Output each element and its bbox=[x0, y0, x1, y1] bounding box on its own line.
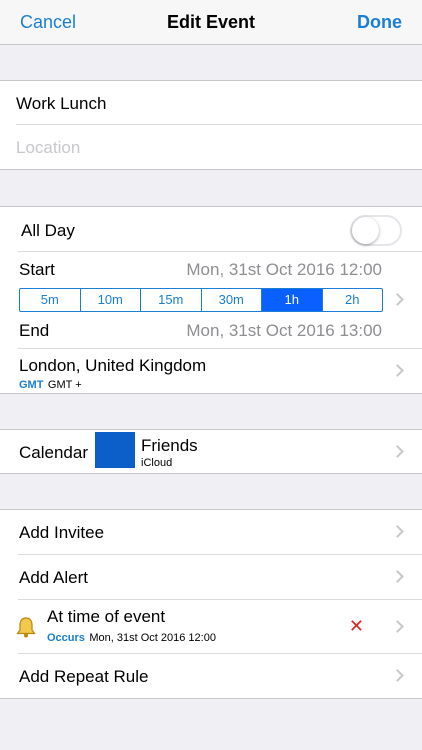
duration-option[interactable]: 2h bbox=[323, 289, 383, 311]
timezone-abbrev: GMT bbox=[19, 379, 44, 391]
duration-segmented-control: 5m 10m 15m 30m 1h 2h bbox=[19, 288, 383, 312]
alert-item-title: At time of event bbox=[47, 607, 166, 626]
delete-alert-icon[interactable]: ✕ bbox=[349, 616, 364, 637]
options-group: Add Invitee Add Alert At time of event O… bbox=[0, 509, 422, 699]
calendar-label: Calendar bbox=[19, 443, 88, 462]
navigation-bar: Cancel Edit Event Done bbox=[0, 0, 422, 45]
event-title-field[interactable]: Work Lunch bbox=[16, 94, 106, 114]
occurs-label: Occurs bbox=[47, 632, 85, 644]
calendar-chevron-icon bbox=[391, 445, 404, 458]
alert-item-chevron-icon bbox=[391, 620, 404, 633]
occurs-value: Mon, 31st Oct 2016 12:00 bbox=[89, 632, 216, 644]
toggle-knob bbox=[352, 217, 379, 244]
start-label: Start bbox=[19, 260, 55, 279]
add-alert-label: Add Alert bbox=[19, 568, 88, 587]
calendar-name: Friends bbox=[141, 436, 198, 455]
all-day-label: All Day bbox=[21, 221, 75, 240]
title-location-group: Work Lunch Location bbox=[0, 80, 422, 170]
invitee-chevron-icon bbox=[391, 525, 404, 538]
add-repeat-row[interactable]: Add Repeat Rule bbox=[0, 654, 422, 699]
done-button[interactable]: Done bbox=[357, 12, 402, 33]
timezone-detail: GMT GMT + bbox=[19, 375, 82, 393]
add-invitee-row[interactable]: Add Invitee bbox=[0, 510, 422, 555]
repeat-chevron-icon bbox=[391, 669, 404, 682]
timezone-name: London, United Kingdom bbox=[19, 356, 207, 375]
duration-option[interactable]: 30m bbox=[202, 289, 262, 311]
duration-option[interactable]: 1h bbox=[262, 289, 323, 311]
add-repeat-label: Add Repeat Rule bbox=[19, 667, 149, 686]
add-alert-row[interactable]: Add Alert bbox=[0, 555, 422, 600]
duration-option[interactable]: 10m bbox=[81, 289, 141, 311]
all-day-toggle[interactable] bbox=[350, 215, 402, 246]
add-invitee-label: Add Invitee bbox=[19, 523, 105, 542]
end-date-value[interactable]: Mon, 31st Oct 2016 13:00 bbox=[186, 321, 382, 341]
calendar-account: iCloud bbox=[141, 457, 173, 469]
title-row[interactable]: Work Lunch bbox=[0, 81, 422, 125]
timezone-offset: GMT + bbox=[47, 379, 82, 391]
bell-icon bbox=[16, 617, 36, 638]
location-row[interactable]: Location bbox=[0, 125, 422, 169]
location-field[interactable]: Location bbox=[16, 138, 80, 158]
alert-chevron-icon bbox=[391, 570, 404, 583]
alert-item-occurs: Occurs Mon, 31st Oct 2016 12:00 bbox=[47, 628, 216, 646]
calendar-group[interactable]: Calendar Friends iCloud bbox=[0, 429, 422, 474]
start-date-value[interactable]: Mon, 31st Oct 2016 12:00 bbox=[186, 260, 382, 280]
all-day-row: All Day bbox=[0, 207, 422, 252]
end-label: End bbox=[19, 321, 50, 340]
duration-option[interactable]: 15m bbox=[141, 289, 202, 311]
duration-option[interactable]: 5m bbox=[20, 289, 81, 311]
calendar-color-swatch bbox=[95, 432, 135, 468]
alert-item-row[interactable]: At time of event Occurs Mon, 31st Oct 20… bbox=[0, 600, 422, 654]
